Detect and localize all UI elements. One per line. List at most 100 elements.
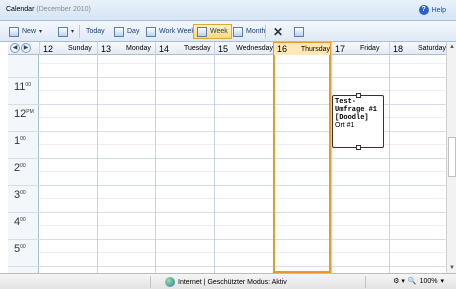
print-icon (294, 26, 304, 37)
day-name: Tuesday (184, 45, 211, 52)
chevron-down-icon[interactable]: ▾ (440, 277, 444, 285)
day-header-friday[interactable]: 17 Friday (331, 42, 389, 55)
day-name: Monday (126, 45, 151, 52)
vertical-scrollbar[interactable]: ▲ ▼ (446, 42, 456, 273)
status-divider (365, 276, 366, 288)
resize-handle-bottom[interactable] (356, 145, 361, 150)
toolbar-divider (265, 25, 266, 38)
event-title: Test-Umfrage #1 [Doodle] (335, 98, 378, 122)
hour-line (8, 77, 446, 78)
half-hour-line (39, 117, 446, 118)
zoom-level: 100% (419, 277, 438, 285)
day-number: 12 (43, 43, 54, 54)
day-number: 17 (335, 43, 346, 54)
hour-line (8, 266, 446, 267)
day-name: Wednesday (236, 45, 273, 52)
day-number: 13 (101, 43, 112, 54)
toolbar: New ▾ ▾ Today Day Work Week Week Month ✕ (0, 21, 456, 42)
calendar-options-button[interactable]: ▾ (55, 24, 77, 39)
previous-week-icon[interactable]: ◀ (10, 43, 20, 53)
day-header-monday[interactable]: 13 Monday (97, 42, 155, 55)
week-grid[interactable]: 1100 12PM 100 200 300 400 500 Test-Umfra… (8, 55, 446, 273)
half-hour-line (39, 90, 446, 91)
time-column: 1100 12PM 100 200 300 400 500 (8, 55, 39, 273)
day-number: 16 (277, 44, 288, 54)
today-label: Today (86, 28, 105, 35)
day-name: Saturday (417, 45, 446, 52)
protected-mode-icon[interactable]: ⚙ ▾ (393, 277, 405, 285)
scroll-up-icon[interactable]: ▲ (448, 43, 456, 51)
month-view-button[interactable]: Month (230, 24, 268, 39)
help-button[interactable]: ? Help (418, 5, 446, 15)
month-label: Month (246, 28, 266, 35)
day-header-thursday[interactable]: 16 Thursday (273, 42, 331, 55)
status-divider (150, 276, 151, 288)
day-header-wednesday[interactable]: 15 Wednesday (214, 42, 273, 55)
day-column-divider (97, 55, 98, 273)
half-hour-line (39, 225, 446, 226)
scrollbar-thumb[interactable] (448, 137, 456, 177)
day-number: 14 (159, 43, 170, 54)
calendar-icon (58, 26, 68, 37)
hour-label: 1100 (14, 81, 31, 93)
day-header-bar: ◀ ▶ 12 Sunday 13 Monday 14 Tuesday 15 We… (8, 42, 446, 55)
day-number: 18 (393, 43, 404, 54)
hour-line (8, 212, 446, 213)
print-button[interactable] (291, 24, 307, 39)
hour-label: 400 (14, 216, 26, 228)
hour-label: 300 (14, 189, 26, 201)
window-title-text: Calendar (6, 6, 35, 13)
hour-line (8, 185, 446, 186)
day-column-divider (331, 55, 332, 273)
day-view-button[interactable]: Day (111, 24, 142, 39)
title-bar: Calendar (December 2010) ? Help (0, 0, 456, 21)
week-view-button[interactable]: Week (193, 24, 232, 39)
status-bar: Internet | Geschützter Modus: Aktiv ⚙ ▾ … (0, 273, 456, 289)
toolbar-divider (79, 25, 80, 38)
hour-label: 500 (14, 243, 26, 255)
help-label: Help (431, 6, 446, 14)
calendar-event[interactable]: Test-Umfrage #1 [Doodle] Ort #1 (332, 93, 384, 150)
new-button[interactable]: New ▾ (6, 24, 45, 39)
day-name: Thursday (300, 45, 330, 53)
half-hour-line (39, 252, 446, 253)
day-name: Sunday (68, 45, 92, 52)
next-week-icon[interactable]: ▶ (21, 43, 31, 53)
zoom-control[interactable]: ⚙ ▾ 🔍 100% ▾ (393, 277, 444, 286)
day-label: Day (127, 28, 140, 35)
day-name: Friday (360, 45, 380, 52)
week-label: Week (210, 28, 228, 35)
workweek-view-button[interactable]: Work Week (143, 24, 198, 39)
hour-label: 12PM (14, 108, 34, 120)
security-zone[interactable]: Internet | Geschützter Modus: Aktiv (165, 277, 287, 287)
chevron-down-icon[interactable]: ▾ (39, 28, 42, 35)
month-view-icon (233, 26, 243, 37)
workweek-label: Work Week (159, 28, 195, 35)
half-hour-line (39, 144, 446, 145)
day-column-divider (389, 55, 390, 273)
today-button[interactable]: Today (83, 24, 108, 39)
window-subtitle: (December 2010) (36, 6, 91, 13)
hour-label: 200 (14, 162, 26, 174)
scroll-down-icon[interactable]: ▼ (448, 264, 456, 272)
today-column-highlight (273, 55, 331, 273)
half-hour-line (39, 171, 446, 172)
new-label: New (22, 28, 37, 35)
day-header-saturday[interactable]: 18 Saturday (389, 42, 446, 55)
half-hour-line (39, 63, 446, 64)
day-header-tuesday[interactable]: 14 Tuesday (155, 42, 214, 55)
zoom-icon: 🔍 (407, 278, 417, 285)
day-column-divider (155, 55, 156, 273)
close-icon: ✕ (273, 24, 284, 39)
chevron-down-icon[interactable]: ▾ (71, 28, 74, 35)
day-header-sunday[interactable]: 12 Sunday (39, 42, 97, 55)
event-location: Ort #1 (335, 122, 355, 129)
week-view-icon (197, 26, 207, 37)
delete-button[interactable]: ✕ (270, 24, 286, 39)
half-hour-line (39, 198, 446, 199)
workweek-view-icon (146, 26, 156, 37)
resize-handle-top[interactable] (356, 93, 361, 98)
hour-line (8, 239, 446, 240)
day-column-divider (214, 55, 215, 273)
hour-line (8, 158, 446, 159)
